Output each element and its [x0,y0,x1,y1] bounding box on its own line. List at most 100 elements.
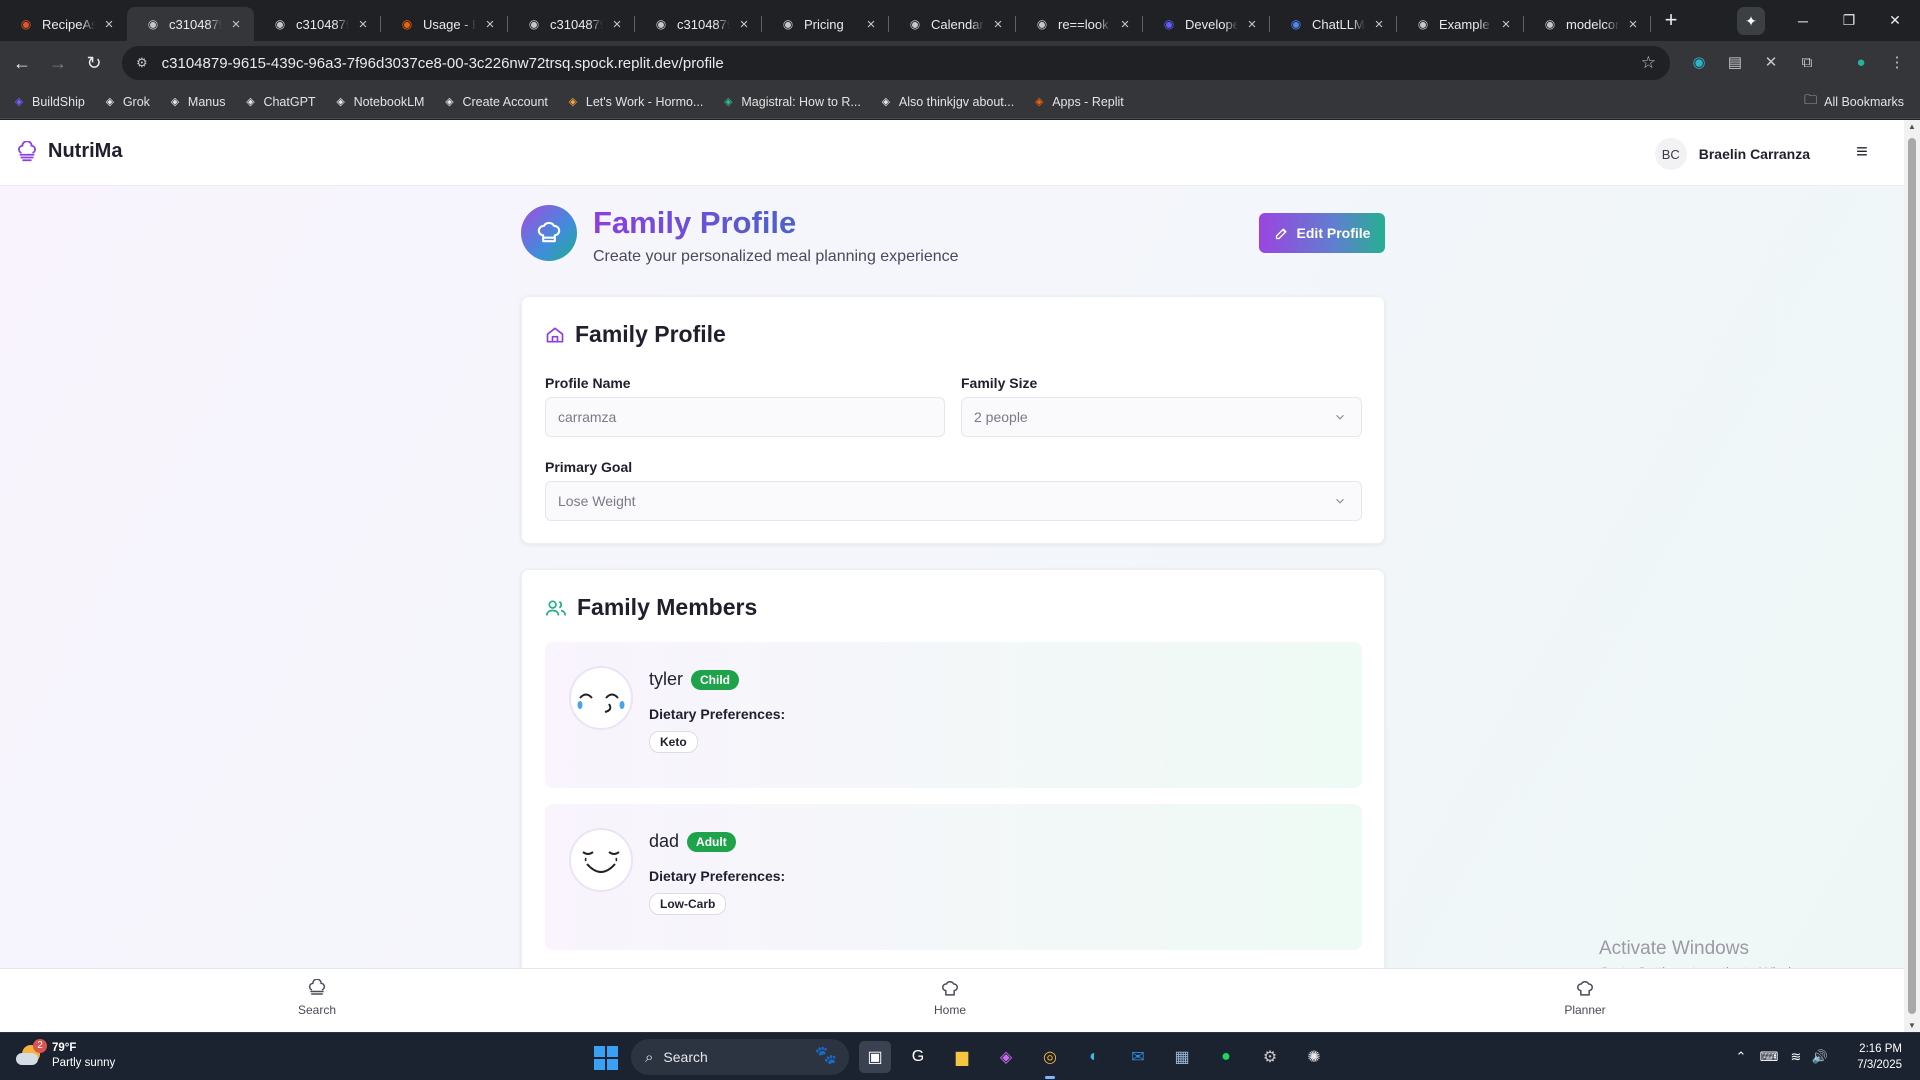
new-tab-button[interactable]: + [1657,7,1685,35]
all-bookmarks-button[interactable]: 🗀 All Bookmarks [1804,85,1904,119]
member-card[interactable]: tyler Child Dietary Preferences: Keto [545,642,1362,788]
close-window-icon[interactable]: ✕ [1872,12,1918,29]
edge-icon[interactable]: ◐ [1078,1041,1110,1073]
search-highlight-icon: 🐾 [814,1045,837,1065]
bookmark-item[interactable]: ◈ Let's Work - Hormo... [566,95,704,109]
browser-tab[interactable]: ◉ c3104879-9615 × [127,7,254,41]
browser-tab[interactable]: ◉ Example Spec × [1397,7,1524,41]
copilot-app-icon[interactable]: G [902,1041,934,1073]
clock-time: 2:16 PM [1859,1043,1902,1055]
gemini-icon[interactable]: ✦ [1737,7,1765,35]
hamburger-menu-icon[interactable]: ≡ [1850,141,1874,165]
scrollbar-thumb[interactable] [1908,138,1916,1014]
example-favicon: ◉ [1417,17,1429,31]
wifi-icon[interactable]: ≋ [1784,1049,1808,1065]
brand-logo[interactable]: NutriMa [16,140,122,163]
buildship-icon: ◈ [14,96,24,108]
bookmark-item[interactable]: ◈ NotebookLM [334,95,424,109]
close-tab-icon[interactable]: × [1625,16,1641,33]
address-bar[interactable]: ⚙ c3104879-9615-439c-96a3-7f96d3037ce8-0… [122,46,1670,80]
browser-tab[interactable]: ◉ Pricing × [762,7,889,41]
system-clock[interactable]: 2:16 PM 7/3/2025 [1857,1041,1902,1073]
file-explorer-icon[interactable]: ▆ [946,1041,978,1073]
spotify-icon[interactable]: ● [1210,1041,1242,1073]
close-tab-icon[interactable]: × [990,16,1006,33]
close-tab-icon[interactable]: × [482,16,498,33]
close-tab-icon[interactable]: × [228,16,244,33]
reload-icon[interactable]: ↻ [76,45,112,81]
browser-tab[interactable]: ◉ Calendar × [889,7,1016,41]
settings-gear-icon[interactable]: ⚙ [1254,1041,1286,1073]
browser-tab[interactable]: ◉ modelcontext × [1524,7,1651,41]
keyboard-icon[interactable]: ⌨ [1754,1049,1784,1065]
outlook-icon[interactable]: ✉ [1122,1041,1154,1073]
tab-title: Developer [1185,16,1238,32]
bookmark-item[interactable]: ◈ Apps - Replit [1032,95,1124,109]
volume-icon[interactable]: 🔊 [1808,1049,1832,1065]
page-scrollbar[interactable]: ▲ ▼ [1904,120,1920,1032]
bookmark-label: Grok [122,94,150,109]
chrome-icon[interactable]: ◎ [1034,1041,1066,1079]
browser-tab[interactable]: ◉ c3104879-9615 × [635,7,762,41]
restore-icon[interactable]: ❐ [1826,12,1872,29]
bookmark-item[interactable]: ◈ Grok [103,95,150,109]
site-info-icon[interactable]: ⚙ [136,55,148,71]
close-tab-icon[interactable]: × [1371,16,1387,33]
chatgpt-app-icon[interactable]: ✺ [1298,1041,1330,1073]
photos-icon[interactable]: ▦ [1166,1041,1198,1073]
extension-x-icon[interactable]: ✕ [1757,49,1785,77]
copilot-icon[interactable]: ◈ [990,1041,1022,1073]
browser-tab[interactable]: ◉ re==look × [1016,7,1143,41]
weather-widget[interactable]: 2 79°F Partly sunny [16,1039,115,1071]
nav-home[interactable]: Home [890,979,1010,1017]
family-size-select[interactable]: 2 people [961,397,1362,437]
close-tab-icon[interactable]: × [1117,16,1133,33]
browser-tab[interactable]: ◉ c3104879-9615 × [508,7,635,41]
bookmark-item[interactable]: ◈ BuildShip [12,95,85,109]
task-view-icon[interactable]: ▣ [859,1041,891,1073]
member-card[interactable]: dad Adult Dietary Preferences: Low-Carb [545,804,1362,950]
primary-goal-select[interactable]: Lose Weight [545,481,1362,521]
close-tab-icon[interactable]: × [1244,16,1260,33]
browser-tab[interactable]: ◉ Developer × [1143,7,1270,41]
extensions-puzzle-icon[interactable]: ⧉ [1793,49,1821,77]
windows-start-icon[interactable] [594,1046,618,1070]
bookmark-item[interactable]: ◈ Also thinkjgv about... [879,95,1015,109]
close-tab-icon[interactable]: × [609,16,625,33]
bookmark-item[interactable]: ◈ ChatGPT [243,95,315,109]
back-arrow-icon[interactable]: ← [4,45,40,81]
bookmark-star-icon[interactable]: ☆ [1641,53,1656,73]
profile-avatar-icon[interactable]: ● [1847,49,1875,77]
nav-search[interactable]: Search [257,979,377,1017]
scroll-down-arrow-icon[interactable]: ▼ [1904,1021,1920,1030]
profile-name-field[interactable]: carramza [545,397,945,437]
extension-card-icon[interactable]: ▤ [1721,49,1749,77]
browser-tab[interactable]: ◉ c3104879-9615 × [254,7,381,41]
sw-icon: ◈ [445,96,454,108]
browser-tab[interactable]: ◉ RecipeAssistant × [0,7,127,41]
bookmark-label: Create Account [462,94,548,109]
scroll-up-arrow-icon[interactable]: ▲ [1904,122,1920,131]
close-tab-icon[interactable]: × [1498,16,1514,33]
chrome-menu-icon[interactable]: ⋮ [1883,49,1911,77]
browser-tab[interactable]: ◉ Usage - Replit × [381,7,508,41]
chevron-up-icon[interactable]: ⌃ [1728,1049,1754,1065]
taskbar-search[interactable]: ⌕ Search 🐾 [631,1039,849,1075]
pricing-favicon: ◉ [782,17,794,31]
edit-profile-button[interactable]: Edit Profile [1259,213,1385,253]
close-tab-icon[interactable]: × [355,16,371,33]
close-tab-icon[interactable]: × [101,16,117,33]
close-tab-icon[interactable]: × [736,16,752,33]
user-menu[interactable]: BC Braelin Carranza [1654,138,1810,170]
forward-arrow-icon[interactable]: → [40,45,76,81]
close-tab-icon[interactable]: × [863,16,879,33]
nav-planner[interactable]: Planner [1525,979,1645,1017]
minimize-icon[interactable]: ─ [1780,13,1826,29]
chatgpt-icon: ◈ [246,96,255,108]
bookmark-item[interactable]: ◈ Create Account [442,94,548,109]
extension-globe-icon[interactable]: ◉ [1685,49,1713,77]
bookmark-item[interactable]: ◈ Manus [168,95,226,109]
browser-tab[interactable]: ◉ ChatLLM Teams × [1270,7,1397,41]
bookmark-list: ◈ BuildShip ◈ Grok ◈ Manus ◈ ChatGPT ◈ NotebookLM… [12,95,1142,109]
bookmark-item[interactable]: ◈ Magistral: How to R... [721,95,861,109]
